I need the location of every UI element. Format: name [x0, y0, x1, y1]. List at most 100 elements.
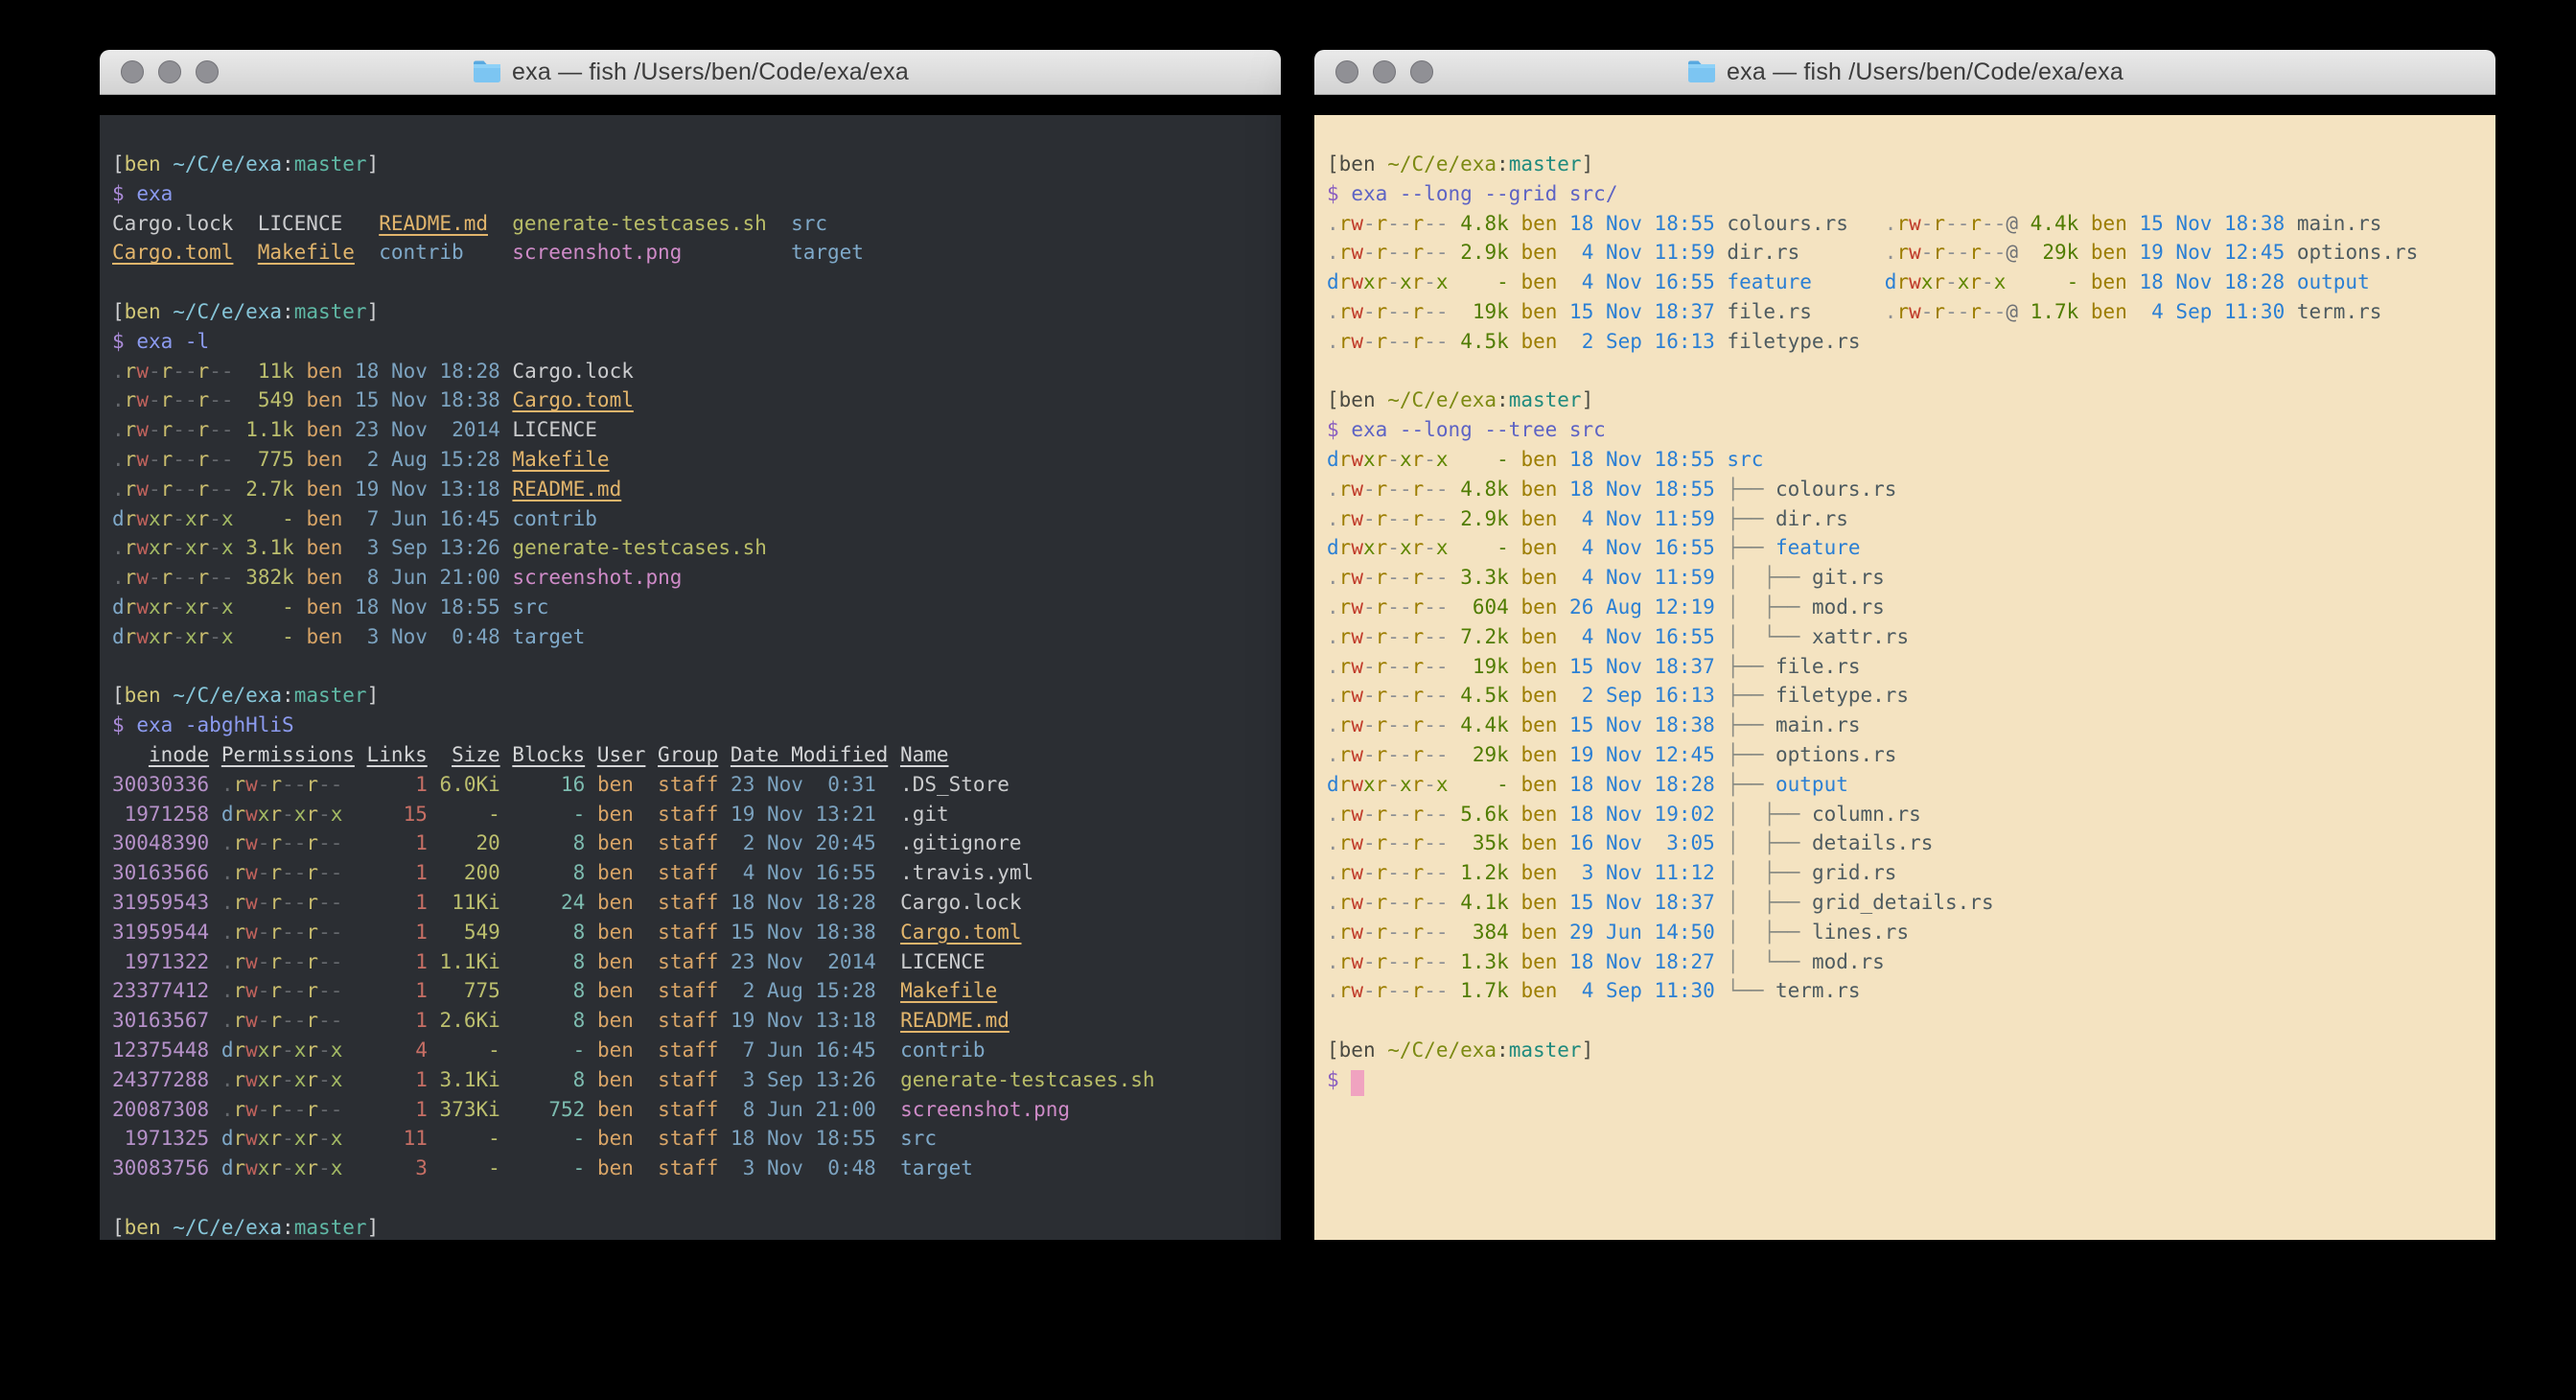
- permission-char: -: [294, 921, 307, 944]
- text-segment: -: [2031, 270, 2079, 293]
- terminal-line: [112, 652, 1273, 682]
- titlebar[interactable]: exa — fish /Users/ben/Code/exa/exa: [100, 50, 1281, 95]
- minimize-button[interactable]: [1373, 60, 1396, 83]
- terminal-line: 24377288 .rwxr-xr-x 1 3.1Ki 8 ben staff …: [112, 1065, 1273, 1095]
- permission-char: -: [209, 595, 221, 618]
- zoom-button[interactable]: [1410, 60, 1433, 83]
- permission-char: r: [197, 536, 210, 559]
- permission-char: r: [125, 595, 137, 618]
- permission-char: -: [294, 979, 307, 1002]
- terminal-window-light: exa — fish /Users/ben/Code/exa/exa [ben …: [1314, 50, 2495, 1260]
- minimize-button[interactable]: [158, 60, 181, 83]
- text-segment: 18 Nov 18:28: [355, 360, 500, 383]
- text-segment: [2127, 300, 2140, 323]
- terminal-line: 1971322 .rw-r--r-- 1 1.1Ki 8 ben staff 2…: [112, 947, 1273, 977]
- text-segment: .travis.yml: [900, 861, 1033, 884]
- text-segment: README.md: [900, 1009, 1010, 1032]
- text-segment: [646, 861, 659, 884]
- text-segment: ]: [367, 152, 380, 175]
- text-segment: README.md: [379, 212, 488, 235]
- text-segment: [1715, 979, 1728, 1002]
- permission-char: r: [1339, 595, 1352, 618]
- permission-char: r: [1339, 448, 1352, 471]
- permission-char: .: [1327, 684, 1339, 707]
- close-button[interactable]: [1335, 60, 1358, 83]
- text-segment: generate-testcases.sh: [512, 212, 767, 235]
- permission-char: r: [1412, 921, 1425, 944]
- terminal-line: .rw-r--r-- 4.8k ben 18 Nov 18:55 colours…: [1327, 209, 2488, 239]
- text-segment: [1557, 713, 1569, 736]
- folder-icon: [472, 59, 502, 84]
- permission-char: r: [1376, 773, 1388, 796]
- text-segment: colours.rs: [1727, 212, 1847, 235]
- text-segment: 18 Nov 18:27: [1569, 950, 1715, 973]
- permission-char: -: [1387, 921, 1400, 944]
- permission-char: x: [258, 803, 270, 826]
- text-segment: [646, 1068, 659, 1091]
- permission-char: x: [1436, 270, 1449, 293]
- text-segment: [428, 950, 440, 973]
- text-segment: [585, 831, 597, 854]
- permission-char: -: [1436, 330, 1449, 353]
- text-segment: 30163566: [112, 861, 209, 884]
- text-segment: options.rs: [1775, 743, 1896, 766]
- text-segment: 1.7k: [1460, 979, 1509, 1002]
- text-segment: [500, 418, 513, 441]
- text-segment: [1509, 625, 1521, 648]
- text-segment: [428, 803, 440, 826]
- text-segment: ben: [306, 360, 342, 383]
- permission-char: -: [1945, 241, 1958, 264]
- permission-char: -: [1363, 803, 1376, 826]
- text-segment: .gitignore: [900, 831, 1021, 854]
- permission-char: -: [1436, 861, 1449, 884]
- text-segment: [646, 1127, 659, 1150]
- text-segment: staff: [658, 1156, 718, 1179]
- permission-char: r: [306, 950, 318, 973]
- text-segment: ben: [125, 684, 161, 707]
- text-segment: 30083756: [112, 1156, 209, 1179]
- text-segment: 19k: [1460, 655, 1509, 678]
- permission-char: r: [197, 625, 210, 648]
- text-segment: 4 Nov 11:59: [1569, 241, 1715, 264]
- permission-char: w: [1351, 448, 1363, 471]
- text-segment: -: [512, 1038, 585, 1062]
- text-segment: 382k: [245, 566, 294, 589]
- titlebar[interactable]: exa — fish /Users/ben/Code/exa/exa: [1314, 50, 2495, 95]
- permission-char: -: [1363, 655, 1376, 678]
- text-segment: staff: [658, 803, 718, 826]
- text-segment: [342, 507, 355, 530]
- text-segment: [1715, 330, 1728, 353]
- text-segment: 2.9k: [1460, 507, 1509, 530]
- permission-char: x: [149, 507, 161, 530]
- close-button[interactable]: [121, 60, 144, 83]
- terminal-screen[interactable]: [ben ~/C/e/exa:master]$ exa --long --gri…: [1314, 115, 2495, 1240]
- text-segment: [2018, 212, 2031, 235]
- terminal-line: .rw-r--r-- 2.9k ben 4 Nov 11:59 dir.rs .…: [1327, 238, 2488, 268]
- text-segment: 23 Nov 0:31: [731, 773, 876, 796]
- text-segment: [1449, 831, 1461, 854]
- desktop: { "page": {"background": "#000000"}, "pa…: [0, 0, 2576, 1400]
- text-segment: ben: [1520, 921, 1557, 944]
- zoom-button[interactable]: [196, 60, 219, 83]
- text-segment: [500, 536, 513, 559]
- text-segment: [428, 1038, 440, 1062]
- permission-char: r: [161, 388, 174, 411]
- permission-char: .: [112, 566, 125, 589]
- text-segment: 2.9k: [1460, 241, 1509, 264]
- permission-char: -: [318, 921, 331, 944]
- text-segment: staff: [658, 1098, 718, 1121]
- text-segment: ben: [306, 478, 342, 501]
- permission-char: -: [209, 566, 221, 589]
- text-segment: ~/C/e/exa: [1387, 152, 1497, 175]
- terminal-line: 31959544 .rw-r--r-- 1 549 8 ben staff 15…: [112, 918, 1273, 947]
- terminal-screen[interactable]: [ben ~/C/e/exa:master]$ exaCargo.lock LI…: [100, 115, 1281, 1240]
- permission-char: r: [1412, 478, 1425, 501]
- text-segment: [1509, 270, 1521, 293]
- text-segment: 1971322: [112, 950, 209, 973]
- permission-char: w: [245, 831, 258, 854]
- permission-char: w: [1909, 241, 1921, 264]
- permission-char: r: [1412, 448, 1425, 471]
- text-segment: 4 Nov 16:55: [731, 861, 876, 884]
- permission-char: -: [1387, 507, 1400, 530]
- permission-char: r: [197, 507, 210, 530]
